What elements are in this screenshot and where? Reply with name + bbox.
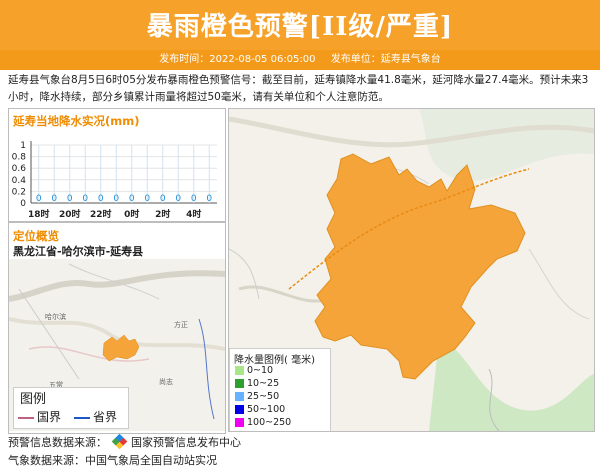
bar-value-label: 0 (160, 194, 166, 204)
x-tick-label: 0时 (124, 208, 139, 220)
y-tick-label: 0.2 (12, 187, 26, 197)
x-tick-label: 20时 (59, 208, 81, 220)
rain-chart-panel: 延寿当地降水实况(mm) 0 0.2 0.4 0.6 0.8 1 0 0 0 0 0 0 0 0 0 0 0 0 1… (8, 108, 226, 222)
rain-legend-item: 10~25 (235, 378, 279, 389)
rain-legend-item: 0~10 (235, 365, 273, 376)
bar-value-label: 0 (36, 194, 42, 204)
x-tick-label: 18时 (28, 208, 50, 220)
bar-value-label: 0 (144, 194, 150, 204)
y-tick-label: 0.8 (12, 153, 27, 163)
legend-label: 省界 (93, 410, 118, 424)
legend-item: 国界 (18, 408, 61, 425)
map-label: 哈尔滨 (45, 312, 66, 321)
x-tick-label: 4时 (186, 208, 201, 220)
bar-value-label: 0 (82, 194, 88, 204)
y-tick-label: 0 (20, 199, 26, 209)
x-tick-label: 2时 (155, 208, 170, 220)
warning-center: 国家预警信息发布中心 (131, 436, 241, 449)
publish-time: 发布时间：2022-08-05 06:05:00 (159, 54, 316, 65)
rain-chart: 00.20.40.60.810 0 0 0 0 0 0 0 0 0 0 018时 20时 22时 0时 2时 4… (12, 141, 217, 220)
warning-description: 延寿县气象台8月5日6时05分发布暴雨橙色预警信号：截至目前，延寿镇降水量41.… (8, 74, 589, 103)
bar-value-label: 0 (67, 194, 73, 204)
publish-info: 发布时间：2022-08-05 06:05:00 发布单位：延寿县气象台 (0, 50, 600, 70)
legend-label: 国界 (37, 410, 62, 424)
location-panel: 定位概览 黑龙江省-哈尔滨市-延寿县 哈尔滨 五常 尚志 方正 图例 国界 省界 (8, 222, 226, 434)
publish-unit: 发布单位：延寿县气象台 (330, 54, 441, 65)
region-path: 黑龙江省-哈尔滨市-延寿县 (13, 245, 144, 258)
y-tick-label: 0.4 (12, 176, 27, 186)
bar-value-label: 0 (175, 194, 181, 204)
rain-legend-item: 25~50 (235, 391, 279, 402)
bar-value-label: 0 (129, 194, 135, 204)
location-title: 定位概览 (13, 229, 59, 243)
map-label: 方正 (174, 320, 188, 329)
rain-legend-item: 50~100 (235, 404, 285, 415)
warning-title: 暴雨橙色预警[II级/严重] (146, 12, 454, 42)
map-label: 尚志 (159, 377, 173, 386)
bar-value-label: 0 (113, 194, 119, 204)
bar-value-label: 0 (206, 194, 212, 204)
legend-item: 省界 (74, 408, 117, 425)
rain-legend-item: 100~250 (235, 417, 291, 428)
provincial-border-swatch (74, 416, 90, 419)
map-legend: 图例 国界 省界 (13, 387, 129, 429)
x-tick-label: 22时 (90, 208, 112, 220)
bar-value-label: 0 (98, 194, 104, 204)
y-tick-label: 1 (20, 141, 26, 151)
rain-legend: 降水量图例( 毫米) 0~10 10~25 25~50 50~100 100~2… (229, 348, 331, 431)
header-banner: 暴雨橙色预警[II级/严重] 发布时间：2022-08-05 06:05:00 … (0, 0, 600, 70)
national-border-swatch (18, 416, 34, 419)
legend-title: 图例 (20, 392, 47, 407)
warning-center-logo-icon (111, 433, 127, 450)
bar-value-label: 0 (51, 194, 57, 204)
main-map-panel: 降水量图例( 毫米) 0~10 10~25 25~50 50~100 100~2… (228, 108, 595, 432)
footer-weather-source: 气象数据来源：中国气象局全国自动站实况 (8, 454, 217, 467)
footer-warning-source: 预警信息数据来源： 国家预警信息发布中心 (8, 433, 241, 450)
bar-value-label: 0 (191, 194, 197, 204)
y-tick-label: 0.6 (12, 164, 27, 174)
rain-legend-title: 降水量图例( 毫米) (234, 355, 315, 366)
